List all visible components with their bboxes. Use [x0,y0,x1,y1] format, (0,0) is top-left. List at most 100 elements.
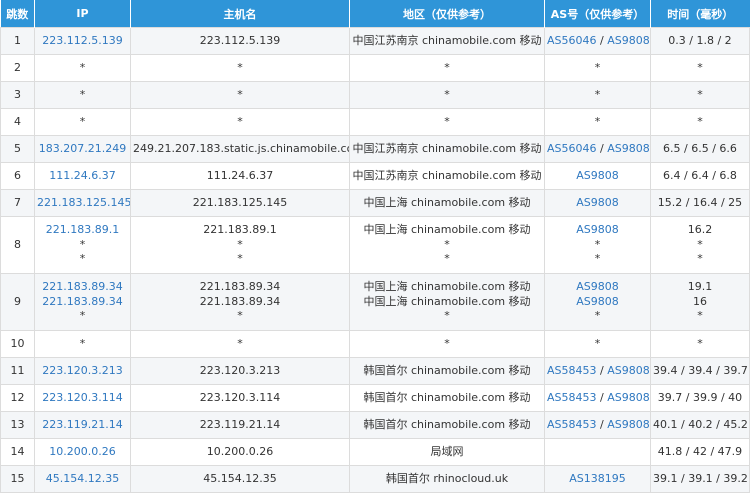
as-placeholder: * [594,60,601,74]
as-line: * [547,115,648,130]
as-link[interactable]: AS9808 [607,391,649,404]
as-line: * [547,61,648,76]
ip-cell: 223.119.21.14 [34,411,131,439]
ip-link[interactable]: 10.200.0.26 [37,445,128,460]
as-cell: * [544,81,651,109]
as-link[interactable]: AS58453 [547,364,597,377]
as-line: * [547,88,648,103]
region-text: 中国上海 chinamobile.com 移动 [363,195,531,209]
ip-cell: 183.207.21.249 [34,135,131,163]
ip-link[interactable]: 223.112.5.139 [37,34,128,49]
time-cell: * [650,81,750,109]
ip-link[interactable]: 221.183.89.1 [37,223,128,238]
as-link[interactable]: AS58453 [547,391,597,404]
as-line: AS58453 / AS9808 [547,364,650,379]
column-header-time: 时间（毫秒） [650,0,750,28]
time-text: 41.8 / 42 / 47.9 [657,444,743,458]
region-text: 中国江苏南京 chinamobile.com 移动 [352,168,542,182]
column-header-region: 地区（仅供参考） [349,0,545,28]
as-link[interactable]: AS9808 [576,196,619,209]
hop-number: 14 [0,438,35,466]
as-line: * [547,238,648,253]
as-link[interactable]: AS9808 [607,34,649,47]
time-text: 39.4 / 39.4 / 39.7 [653,363,748,377]
region-cell: 中国上海 chinamobile.com 移动 * * [349,216,545,274]
hop-number: 7 [0,189,35,217]
table-row: 1 223.112.5.139 223.112.5.139 中国江苏南京 chinam… [0,27,750,55]
time-text: * [697,309,703,323]
time-cell: 41.8 / 42 / 47.9 [650,438,750,466]
hostname-text: 223.119.21.14 [199,417,281,431]
ip-link[interactable]: 45.154.12.35 [37,472,128,487]
table-row: 5 183.207.21.249 249.21.207.183.static.js.… [0,135,750,163]
as-link[interactable]: AS9808 [607,418,649,431]
as-link[interactable]: AS9808 [607,364,649,377]
time-cell: * [650,54,750,82]
as-placeholder: * [594,87,601,101]
time-cell: 16.2 * * [650,216,750,274]
hop-number: 13 [0,411,35,439]
table-header-row: 跳数 IP 主机名 地区（仅供参考） AS号（仅供参考） 时间（毫秒） [0,0,750,28]
region-text: * [444,114,450,128]
region-text: 中国江苏南京 chinamobile.com 移动 [352,141,542,155]
region-cell: 中国江苏南京 chinamobile.com 移动 [349,162,545,190]
time-cell: 39.1 / 39.1 / 39.2 [650,465,750,493]
ip-link[interactable]: 223.119.21.14 [37,418,128,433]
as-link[interactable]: AS56046 [547,34,597,47]
table-row: 15 45.154.12.35 45.154.12.35 韩国首尔 rhinoclou… [0,465,750,493]
as-cell: * [544,54,651,82]
column-header-ip: IP [34,0,131,28]
hostname-cell: 221.183.89.34 221.183.89.34 * [130,273,350,331]
table-row: 6 111.24.6.37 111.24.6.37 中国江苏南京 chinamobil… [0,162,750,190]
ip-cell: 45.154.12.35 [34,465,131,493]
hostname-text: 223.112.5.139 [199,33,281,47]
as-line: AS56046 / AS9808 [547,142,650,157]
ip-link[interactable]: 223.120.3.114 [37,391,128,406]
hostname-text: 221.183.89.34 [199,280,281,294]
ip-link[interactable]: 183.207.21.249 [37,142,128,157]
hop-number: 4 [0,108,35,136]
region-text: * [444,60,450,74]
as-link[interactable]: AS58453 [547,418,597,431]
ip-placeholder: * [79,309,86,323]
time-text: 39.1 / 39.1 / 39.2 [653,471,748,485]
ip-placeholder: * [79,336,86,350]
ip-link[interactable]: 221.183.89.34 [37,280,128,295]
as-link[interactable]: AS138195 [569,472,626,485]
as-line: AS58453 / AS9808 [547,418,650,433]
region-text: 中国上海 chinamobile.com 移动 [363,223,531,237]
as-link[interactable]: AS56046 [547,142,597,155]
region-cell: 中国江苏南京 chinamobile.com 移动 [349,27,545,55]
ip-link[interactable]: 221.183.89.34 [37,295,128,310]
hostname-text: 10.200.0.26 [206,444,274,458]
ip-cell: * [34,330,131,358]
region-cell: * [349,330,545,358]
time-cell: * [650,108,750,136]
as-link[interactable]: AS9808 [607,142,649,155]
hostname-cell: 223.120.3.213 [130,357,350,385]
ip-link[interactable]: 111.24.6.37 [37,169,128,184]
ip-link[interactable]: 221.183.125.145 [37,196,130,211]
as-link[interactable]: AS9808 [576,223,619,236]
as-link[interactable]: AS9808 [576,295,619,308]
ip-link[interactable]: 223.120.3.213 [37,364,128,379]
region-cell: 韩国首尔 chinamobile.com 移动 [349,384,545,412]
hostname-cell: 221.183.89.1 * * [130,216,350,274]
as-link[interactable]: AS9808 [576,169,619,182]
as-cell: AS9808 [544,189,651,217]
hostname-text: * [237,114,243,128]
hop-number: 8 [0,216,35,274]
hop-number: 3 [0,81,35,109]
region-text: 韩国首尔 chinamobile.com 移动 [363,417,531,431]
table-row: 2 * * * * * [0,54,750,82]
hostname-text: 45.154.12.35 [203,471,277,485]
as-link[interactable]: AS9808 [576,280,619,293]
hop-number: 2 [0,54,35,82]
table-row: 11 223.120.3.213 223.120.3.213 韩国首尔 chinamo… [0,357,750,385]
as-line: AS56046 / AS9808 [547,34,650,49]
region-cell: 韩国首尔 chinamobile.com 移动 [349,357,545,385]
region-cell: * [349,108,545,136]
time-cell: 39.4 / 39.4 / 39.7 [650,357,750,385]
as-cell: AS56046 / AS9808 [544,135,651,163]
table-row: 7 221.183.125.145 221.183.125.145 中国上海 chin… [0,189,750,217]
